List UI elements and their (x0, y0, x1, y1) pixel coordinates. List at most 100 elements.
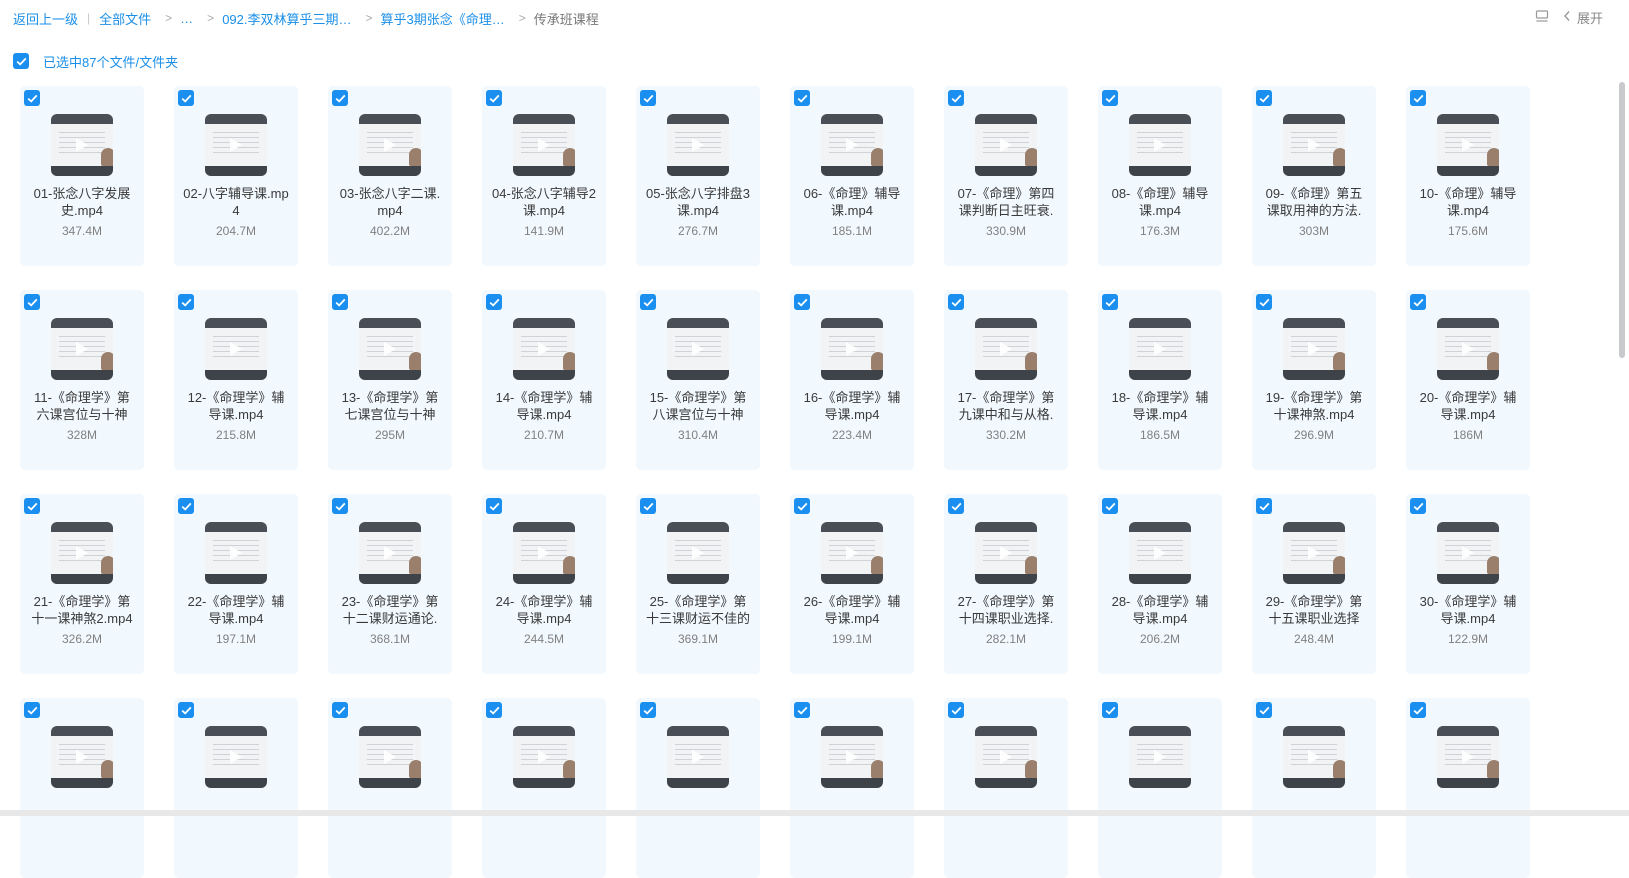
file-card[interactable]: 15-《命理学》第八课宫位与十神3.... 310.4M (636, 290, 760, 470)
video-thumbnail[interactable] (1437, 114, 1499, 176)
video-thumbnail[interactable] (359, 114, 421, 176)
video-thumbnail[interactable] (359, 318, 421, 380)
video-thumbnail[interactable] (51, 726, 113, 788)
file-card[interactable]: 20-《命理学》辅导课.mp4 186M (1406, 290, 1530, 470)
video-thumbnail[interactable] (821, 726, 883, 788)
file-checkbox[interactable] (1410, 90, 1426, 106)
file-checkbox[interactable] (1410, 498, 1426, 514)
video-thumbnail[interactable] (1129, 318, 1191, 380)
file-checkbox[interactable] (332, 498, 348, 514)
file-checkbox[interactable] (1102, 498, 1118, 514)
file-card[interactable]: 03-张念八字二课.mp4 402.2M (328, 86, 452, 266)
video-thumbnail[interactable] (821, 522, 883, 584)
file-checkbox[interactable] (178, 90, 194, 106)
video-thumbnail[interactable] (359, 522, 421, 584)
video-thumbnail[interactable] (513, 522, 575, 584)
video-thumbnail[interactable] (667, 522, 729, 584)
video-thumbnail[interactable] (1283, 114, 1345, 176)
file-card[interactable] (328, 698, 452, 878)
video-thumbnail[interactable] (667, 318, 729, 380)
video-thumbnail[interactable] (1283, 318, 1345, 380)
file-card[interactable] (636, 698, 760, 878)
file-checkbox[interactable] (1102, 294, 1118, 310)
video-thumbnail[interactable] (205, 522, 267, 584)
file-checkbox[interactable] (640, 498, 656, 514)
file-checkbox[interactable] (1256, 90, 1272, 106)
video-thumbnail[interactable] (1129, 726, 1191, 788)
file-card[interactable]: 13-《命理学》第七课宫位与十神2.... 295M (328, 290, 452, 470)
file-checkbox[interactable] (24, 498, 40, 514)
file-checkbox[interactable] (1256, 498, 1272, 514)
file-card[interactable] (790, 698, 914, 878)
file-card[interactable]: 10-《命理》辅导课.mp4 175.6M (1406, 86, 1530, 266)
file-card[interactable]: 17-《命理学》第九课中和与从格.m... 330.2M (944, 290, 1068, 470)
video-thumbnail[interactable] (1129, 522, 1191, 584)
file-card[interactable]: 04-张念八字辅导2课.mp4 141.9M (482, 86, 606, 266)
file-card[interactable]: 05-张念八字排盘3课.mp4 276.7M (636, 86, 760, 266)
video-thumbnail[interactable] (667, 114, 729, 176)
video-thumbnail[interactable] (975, 318, 1037, 380)
file-card[interactable] (1406, 698, 1530, 878)
video-thumbnail[interactable] (975, 726, 1037, 788)
video-thumbnail[interactable] (975, 522, 1037, 584)
video-thumbnail[interactable] (205, 114, 267, 176)
file-card[interactable]: 08-《命理》辅导课.mp4 176.3M (1098, 86, 1222, 266)
file-card[interactable] (1252, 698, 1376, 878)
video-thumbnail[interactable] (821, 114, 883, 176)
video-thumbnail[interactable] (821, 318, 883, 380)
video-thumbnail[interactable] (1437, 522, 1499, 584)
file-checkbox[interactable] (1102, 90, 1118, 106)
video-thumbnail[interactable] (975, 114, 1037, 176)
file-card[interactable]: 16-《命理学》辅导课.mp4 223.4M (790, 290, 914, 470)
file-card[interactable]: 18-《命理学》辅导课.mp4 186.5M (1098, 290, 1222, 470)
file-checkbox[interactable] (332, 702, 348, 718)
file-checkbox[interactable] (332, 294, 348, 310)
file-checkbox[interactable] (948, 702, 964, 718)
file-card[interactable]: 06-《命理》辅导课.mp4 185.1M (790, 86, 914, 266)
video-thumbnail[interactable] (51, 114, 113, 176)
breadcrumb-folder-2[interactable]: 算乎3期张念《命理… (381, 9, 505, 28)
file-checkbox[interactable] (24, 90, 40, 106)
file-card[interactable]: 01-张念八字发展史.mp4 347.4M (20, 86, 144, 266)
file-checkbox[interactable] (948, 498, 964, 514)
horizontal-scrollbar[interactable] (0, 810, 1629, 816)
file-card[interactable] (174, 698, 298, 878)
file-checkbox[interactable] (948, 294, 964, 310)
file-card[interactable]: 02-八字辅导课.mp4 204.7M (174, 86, 298, 266)
file-card[interactable]: 09-《命理》第五课取用神的方法. 303M (1252, 86, 1376, 266)
file-card[interactable]: 19-《命理学》第十课神煞.mp4 296.9M (1252, 290, 1376, 470)
file-checkbox[interactable] (24, 702, 40, 718)
vertical-scrollbar[interactable] (1619, 82, 1625, 358)
file-checkbox[interactable] (794, 498, 810, 514)
video-thumbnail[interactable] (1129, 114, 1191, 176)
file-card[interactable]: 21-《命理学》第十一课神煞2.mp4 326.2M (20, 494, 144, 674)
file-checkbox[interactable] (486, 294, 502, 310)
file-card[interactable]: 23-《命理学》第十二课财运通论. 368.1M (328, 494, 452, 674)
video-thumbnail[interactable] (513, 318, 575, 380)
file-card[interactable] (482, 698, 606, 878)
back-link[interactable]: 返回上一级 (13, 9, 78, 28)
file-card[interactable] (20, 698, 144, 878)
file-card[interactable]: 27-《命理学》第十四课职业选择.m... 282.1M (944, 494, 1068, 674)
file-card[interactable] (944, 698, 1068, 878)
file-checkbox[interactable] (794, 294, 810, 310)
file-checkbox[interactable] (1256, 702, 1272, 718)
file-card[interactable]: 26-《命理学》辅导课.mp4 199.1M (790, 494, 914, 674)
video-thumbnail[interactable] (513, 726, 575, 788)
file-checkbox[interactable] (332, 90, 348, 106)
video-thumbnail[interactable] (205, 726, 267, 788)
video-thumbnail[interactable] (1283, 726, 1345, 788)
layout-icon[interactable] (1535, 9, 1549, 26)
video-thumbnail[interactable] (1437, 318, 1499, 380)
file-checkbox[interactable] (1410, 702, 1426, 718)
file-card[interactable]: 11-《命理学》第六课宫位与十神（1... 328M (20, 290, 144, 470)
file-checkbox[interactable] (794, 702, 810, 718)
file-checkbox[interactable] (640, 702, 656, 718)
video-thumbnail[interactable] (1437, 726, 1499, 788)
file-checkbox[interactable] (1410, 294, 1426, 310)
file-checkbox[interactable] (640, 294, 656, 310)
file-card[interactable] (1098, 698, 1222, 878)
select-all-checkbox[interactable] (13, 53, 29, 69)
file-checkbox[interactable] (640, 90, 656, 106)
file-card[interactable]: 29-《命理学》第十五课职业选择 248.4M (1252, 494, 1376, 674)
